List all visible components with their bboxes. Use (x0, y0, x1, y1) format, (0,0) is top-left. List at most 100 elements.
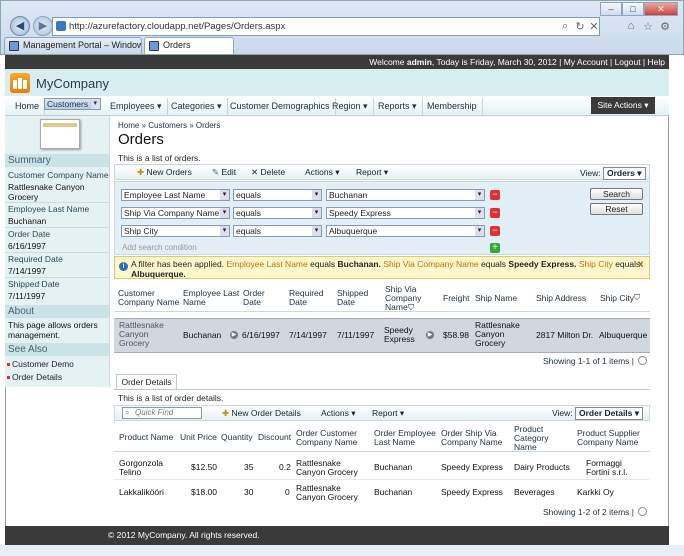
link-order-details[interactable]: Order Details (6, 372, 62, 382)
divider (114, 451, 650, 452)
site-actions-button[interactable]: Site Actions ▾ (591, 97, 655, 114)
remove-condition-icon[interactable]: − (490, 190, 500, 200)
tools-gear-icon[interactable]: ⚙ (658, 20, 672, 33)
banner-field[interactable]: Employee Last Name (226, 259, 307, 269)
search-icon[interactable]: ⌕ (558, 20, 572, 33)
new-orders-button[interactable]: ✚ New Orders (137, 167, 192, 178)
column-header[interactable]: Order Date (243, 289, 273, 307)
banner-field[interactable]: Ship City (579, 259, 613, 269)
close-window-button[interactable]: ✕ (644, 2, 678, 16)
breadcrumb-customers[interactable]: Customers (148, 121, 187, 130)
column-header[interactable]: Order Customer Company Name (296, 429, 366, 447)
banner-op: equals (478, 259, 509, 269)
forward-button[interactable]: ▶ (33, 16, 53, 36)
refresh-icon[interactable] (638, 356, 647, 365)
column-header[interactable]: Product Supplier Company Name (577, 429, 645, 447)
view-dropdown[interactable]: Order Details ▾ (575, 407, 644, 420)
filter-value-input[interactable]: Albuquerque (326, 225, 485, 237)
column-header[interactable]: Product Category Name (514, 425, 558, 452)
new-order-details-button[interactable]: ✚ New Order Details (222, 408, 301, 419)
column-header[interactable]: Ship Via Company Name (385, 285, 425, 312)
column-header[interactable]: Customer Company Name (118, 289, 180, 307)
cell-quantity: 35 (244, 462, 254, 472)
menu-customer-demographics[interactable]: Customer Demographics (225, 98, 336, 115)
maximize-button[interactable]: □ (622, 2, 644, 16)
column-header[interactable]: Discount (258, 433, 291, 442)
filter-field-select[interactable]: Ship City (121, 225, 230, 237)
close-banner-icon[interactable]: x (638, 259, 644, 270)
delete-button[interactable]: ✕ Delete (251, 167, 285, 178)
lookup-arrow-icon[interactable]: ▶ (426, 331, 434, 339)
reset-button[interactable]: Reset (590, 203, 643, 215)
favorites-star-icon[interactable]: ☆ (641, 20, 655, 33)
cell-order-date: 6/16/1997 (242, 330, 280, 340)
column-header[interactable]: Required Date (289, 289, 329, 307)
edit-button[interactable]: ✎ Edit (212, 167, 236, 178)
back-button[interactable]: ◀ (10, 16, 30, 36)
view-selector[interactable]: View: Orders ▾ (580, 167, 646, 180)
column-header[interactable]: Order Employee Last Name (374, 429, 436, 447)
remove-condition-icon[interactable]: − (490, 226, 500, 236)
view-selector[interactable]: View: Order Details ▾ (552, 407, 644, 420)
stop-icon[interactable]: ✕ (587, 20, 601, 33)
filter-operator-select[interactable]: equals (233, 207, 322, 219)
filter-operator-select[interactable]: equals (233, 225, 322, 237)
quick-find-input[interactable]: ⌕ Quick Find (122, 407, 202, 419)
browser-tab-orders[interactable]: Orders (144, 37, 234, 54)
search-button[interactable]: Search (590, 188, 643, 200)
summary-value: Buchanan (8, 216, 47, 226)
column-header[interactable]: Quantity (221, 433, 253, 442)
menu-membership[interactable]: Membership (422, 98, 483, 115)
column-header[interactable]: Product Name (119, 433, 173, 442)
menu-home[interactable]: Home (10, 98, 46, 115)
add-search-condition[interactable]: Add search condition (122, 243, 197, 252)
about-text: This page allows orders management. (8, 320, 98, 340)
home-icon[interactable]: ⌂ (624, 20, 638, 32)
actions-menu[interactable]: Actions ▾ (305, 167, 340, 178)
column-header[interactable]: Ship Address (536, 294, 586, 303)
divider (114, 311, 650, 312)
tab-order-details[interactable]: Order Details (116, 374, 177, 390)
column-header[interactable]: Shipped Date (337, 289, 373, 307)
report-menu[interactable]: Report ▾ (356, 167, 388, 178)
lookup-arrow-icon[interactable]: ▶ (230, 331, 238, 339)
menu-categories[interactable]: Categories ▾ (166, 98, 228, 115)
menu-reports[interactable]: Reports ▾ (373, 98, 423, 115)
refresh-icon[interactable] (638, 507, 647, 516)
refresh-icon[interactable]: ↻ (573, 20, 587, 33)
report-menu[interactable]: Report ▾ (372, 408, 404, 419)
filter-value-input[interactable]: Speedy Express (326, 207, 485, 219)
column-header[interactable]: Unit Price (180, 433, 217, 442)
menu-region[interactable]: Region ▾ (327, 98, 374, 115)
browser-tab-portal[interactable]: Management Portal – Window... (4, 37, 142, 54)
column-header[interactable]: Employee Last Name (183, 289, 241, 307)
filter-value-input[interactable]: Buchanan (326, 189, 485, 201)
link-customer-demo[interactable]: Customer Demo (7, 359, 74, 369)
banner-value: Speedy Express. (508, 259, 577, 269)
cell-customer: Rattlesnake Canyon Grocery (119, 320, 164, 348)
banner-field[interactable]: Ship Via Company Name (383, 259, 478, 269)
address-bar[interactable]: http://azurefactory.cloudapp.net/Pages/O… (52, 17, 600, 36)
user-links[interactable]: , Today is Friday, March 30, 2012 | My A… (432, 57, 665, 67)
column-header[interactable]: Freight (443, 294, 469, 303)
view-dropdown[interactable]: Orders ▾ (603, 167, 646, 180)
remove-condition-icon[interactable]: − (490, 208, 500, 218)
column-header[interactable]: Ship City (600, 294, 634, 303)
menu-employees[interactable]: Employees ▾ (105, 98, 168, 115)
column-header[interactable]: Ship Name (475, 294, 517, 303)
add-condition-icon[interactable]: + (490, 243, 500, 253)
banner-value: Buchanan. (337, 259, 381, 269)
menu-customers[interactable]: Customers ▾ (44, 98, 101, 110)
breadcrumb-home[interactable]: Home (118, 121, 139, 130)
filter-operator-select[interactable]: equals (233, 189, 322, 201)
cell-price: $18.00 (191, 487, 217, 497)
actions-menu[interactable]: Actions ▾ (321, 408, 356, 419)
site-favicon-icon (56, 21, 66, 31)
filter-field-select[interactable]: Employee Last Name (121, 189, 230, 201)
filter-field-select[interactable]: Ship Via Company Name (121, 207, 230, 219)
brand-name[interactable]: MyCompany (36, 76, 109, 91)
filter-icon[interactable]: ⛉ (634, 293, 640, 303)
summary-value: 7/14/1997 (8, 266, 46, 276)
minimize-button[interactable]: – (600, 2, 622, 16)
column-header[interactable]: Order Ship Via Company Name (441, 429, 507, 447)
